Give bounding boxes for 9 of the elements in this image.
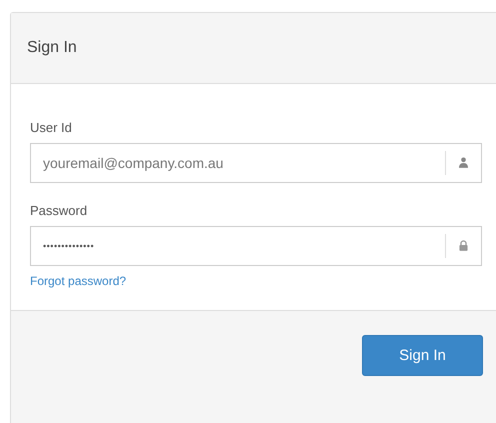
panel-title: Sign In xyxy=(27,39,77,57)
input-field[interactable]: •••••••••••••• xyxy=(30,226,482,266)
input-field[interactable]: youremail@company.com.au xyxy=(30,143,482,183)
user-icon xyxy=(459,157,468,168)
forgot-password-link[interactable]: Forgot password? xyxy=(30,274,126,288)
sign-in-button[interactable]: Sign In xyxy=(362,335,483,376)
lock-icon xyxy=(459,240,468,251)
field-label: Password xyxy=(30,203,88,218)
field-label: User Id xyxy=(30,120,72,135)
